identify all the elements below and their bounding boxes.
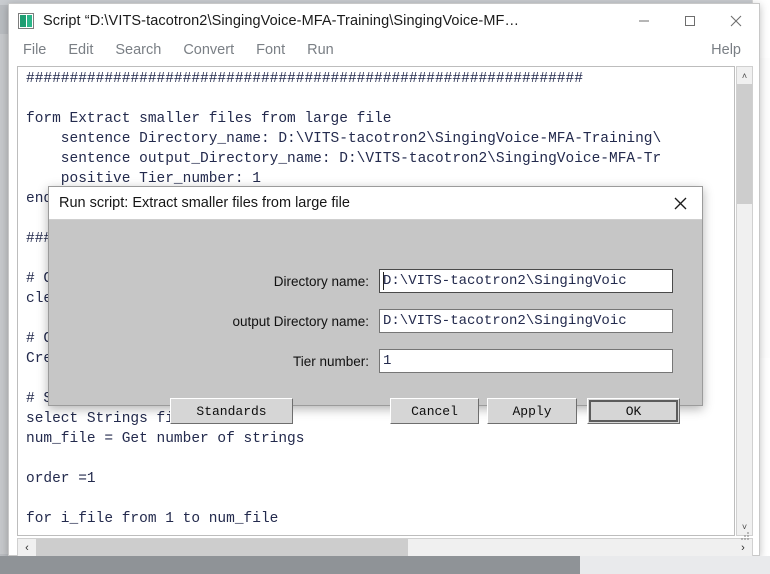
dialog-titlebar[interactable]: Run script: Extract smaller files from l… <box>49 187 702 220</box>
text-caret <box>383 272 384 290</box>
field-row-output-directory-name: output Directory name: D:\VITS-tacotron2… <box>49 308 702 334</box>
close-button[interactable] <box>713 4 759 37</box>
menu-file[interactable]: File <box>23 42 46 58</box>
window-titlebar[interactable]: Script “D:\VITS-tacotron2\SingingVoice-M… <box>9 4 759 37</box>
taskbar-right-segment <box>580 556 770 574</box>
menu-bar: File Edit Search Convert Font Run Help <box>9 37 759 63</box>
menu-edit[interactable]: Edit <box>68 42 93 58</box>
menu-run[interactable]: Run <box>307 42 334 58</box>
vertical-scrollbar[interactable]: ˄ ˅ <box>736 66 753 536</box>
dialog-body: Directory name: D:\VITS-tacotron2\Singin… <box>49 220 702 424</box>
input-directory-name[interactable]: D:\VITS-tacotron2\SingingVoic <box>379 269 673 293</box>
dialog-close-icon[interactable] <box>658 187 702 219</box>
input-directory-name-value: D:\VITS-tacotron2\SingingVoic <box>383 273 627 289</box>
input-tier-number[interactable]: 1 <box>379 349 673 373</box>
menu-font[interactable]: Font <box>256 42 285 58</box>
horizontal-scroll-track[interactable] <box>36 539 734 557</box>
scroll-left-icon[interactable]: ‹ <box>18 542 36 554</box>
scroll-up-icon[interactable]: ˄ <box>737 67 752 84</box>
window-title: Script “D:\VITS-tacotron2\SingingVoice-M… <box>43 12 520 29</box>
screen-root: Script “D:\VITS-tacotron2\SingingVoice-M… <box>0 0 770 574</box>
vertical-scroll-thumb[interactable] <box>737 84 752 204</box>
praat-script-icon <box>18 12 34 29</box>
minimize-button[interactable] <box>621 4 667 37</box>
maximize-button[interactable] <box>667 4 713 37</box>
label-directory-name: Directory name: <box>273 273 369 289</box>
menu-help[interactable]: Help <box>711 42 741 58</box>
resize-grip-icon[interactable] <box>741 532 751 542</box>
desktop-background-left <box>0 34 8 554</box>
taskbar-left-segment <box>0 556 580 574</box>
input-tier-number-value: 1 <box>383 353 392 369</box>
label-output-directory-name: output Directory name: <box>232 313 369 329</box>
cancel-button[interactable]: Cancel <box>390 398 479 424</box>
scroll-right-icon[interactable]: › <box>734 542 752 554</box>
field-row-directory-name: Directory name: D:\VITS-tacotron2\Singin… <box>49 268 702 294</box>
input-output-directory-name[interactable]: D:\VITS-tacotron2\SingingVoic <box>379 309 673 333</box>
menu-convert[interactable]: Convert <box>183 42 234 58</box>
input-output-directory-name-value: D:\VITS-tacotron2\SingingVoic <box>383 313 627 329</box>
standards-button[interactable]: Standards <box>170 398 293 424</box>
apply-button[interactable]: Apply <box>487 398 577 424</box>
field-row-tier-number: Tier number: 1 <box>49 348 702 374</box>
horizontal-scroll-thumb[interactable] <box>36 539 408 557</box>
label-tier-number: Tier number: <box>292 353 369 369</box>
run-script-dialog: Run script: Extract smaller files from l… <box>48 186 703 424</box>
window-controls <box>621 4 759 37</box>
horizontal-scrollbar[interactable]: ‹ › <box>17 538 753 558</box>
menu-search[interactable]: Search <box>115 42 161 58</box>
dialog-title: Run script: Extract smaller files from l… <box>59 195 350 211</box>
ok-button[interactable]: OK <box>587 398 680 424</box>
